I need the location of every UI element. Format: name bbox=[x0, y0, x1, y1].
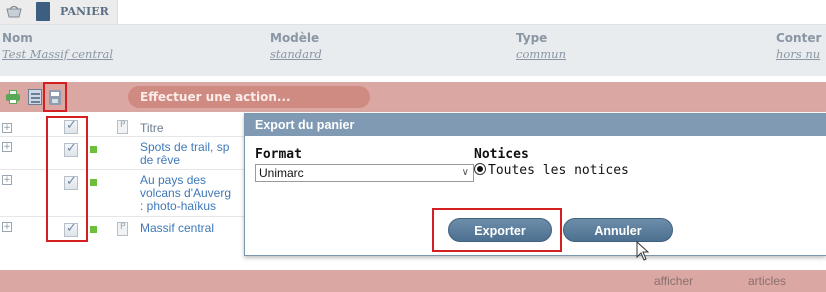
notices-label: Notices bbox=[474, 147, 529, 162]
list-view-icon[interactable] bbox=[28, 89, 42, 105]
record-title-line[interactable]: : photo-haïkus bbox=[140, 200, 216, 212]
basket-info: Nom Test Massif central Modèle standard … bbox=[0, 24, 826, 76]
record-title-line[interactable]: Spots de trail, sp bbox=[140, 141, 229, 153]
chevron-down-icon: ∨ bbox=[461, 167, 469, 178]
status-square-icon bbox=[90, 146, 97, 153]
all-notices-radio[interactable] bbox=[474, 163, 486, 175]
info-modele-label: Modèle bbox=[270, 31, 320, 45]
save-icon[interactable] bbox=[49, 90, 61, 105]
info-type-value[interactable]: commun bbox=[516, 47, 566, 61]
info-modele: Modèle standard bbox=[270, 31, 322, 61]
info-type-label: Type bbox=[516, 31, 548, 45]
list-item: + P Massif central bbox=[0, 217, 244, 241]
info-type: Type commun bbox=[516, 31, 566, 61]
expand-icon[interactable]: + bbox=[2, 175, 12, 185]
basket-icon bbox=[6, 5, 22, 18]
list-header-row: + P Titre bbox=[0, 112, 244, 136]
record-title-line[interactable]: Au pays des bbox=[140, 174, 206, 186]
action-dropdown[interactable]: Effectuer une action... bbox=[128, 86, 370, 108]
checkbox-highlight-box bbox=[46, 116, 88, 242]
document-icon: P bbox=[117, 222, 128, 236]
print-icon[interactable] bbox=[6, 89, 20, 105]
list-item: + Spots de trail, sp de rêve bbox=[0, 137, 244, 169]
export-dialog: Export du panier Format Unimarc ∨ Notice… bbox=[244, 113, 826, 261]
info-contenu-value[interactable]: hors nu bbox=[776, 47, 821, 61]
tab-label: PANIER bbox=[60, 5, 109, 18]
expand-icon[interactable]: + bbox=[2, 222, 12, 232]
status-square-icon bbox=[90, 226, 97, 233]
all-notices-radio-label[interactable]: Toutes les notices bbox=[488, 163, 629, 178]
document-icon: P bbox=[117, 120, 128, 134]
info-contenu: Conter hors nu bbox=[776, 31, 821, 61]
action-bar: Effectuer une action... bbox=[0, 82, 826, 112]
format-select-value: Unimarc bbox=[259, 166, 304, 180]
cancel-button[interactable]: Annuler bbox=[563, 218, 673, 242]
format-select[interactable]: Unimarc ∨ bbox=[255, 164, 474, 182]
info-modele-value[interactable]: standard bbox=[270, 47, 322, 61]
mouse-cursor-icon bbox=[636, 241, 650, 261]
pagination-bar: afficher articles bbox=[0, 270, 826, 292]
expand-icon[interactable]: + bbox=[2, 142, 12, 152]
column-title-header[interactable]: Titre bbox=[140, 122, 164, 134]
tab-bar: PANIER bbox=[0, 0, 826, 24]
articles-label: articles bbox=[748, 274, 787, 288]
record-title-line[interactable]: Massif central bbox=[140, 222, 214, 234]
export-button[interactable]: Exporter bbox=[448, 218, 552, 242]
folder-icon bbox=[36, 2, 50, 21]
expand-all-icon[interactable]: + bbox=[2, 123, 12, 133]
list-item: + Au pays des volcans d'Auverg : photo-h… bbox=[0, 170, 244, 216]
status-square-icon bbox=[90, 179, 97, 186]
record-title-line[interactable]: de rêve bbox=[140, 154, 180, 166]
info-nom-label: Nom bbox=[2, 31, 33, 45]
info-nom-value[interactable]: Test Massif central bbox=[2, 47, 113, 61]
format-label: Format bbox=[255, 147, 302, 162]
dialog-title[interactable]: Export du panier bbox=[245, 114, 826, 136]
info-nom: Nom Test Massif central bbox=[2, 31, 113, 61]
tab-panier[interactable]: PANIER bbox=[0, 0, 118, 24]
record-title-line[interactable]: volcans d'Auverg bbox=[140, 187, 231, 199]
info-contenu-label: Conter bbox=[776, 31, 822, 45]
afficher-label: afficher bbox=[654, 274, 694, 288]
export-highlight-box bbox=[43, 82, 67, 112]
